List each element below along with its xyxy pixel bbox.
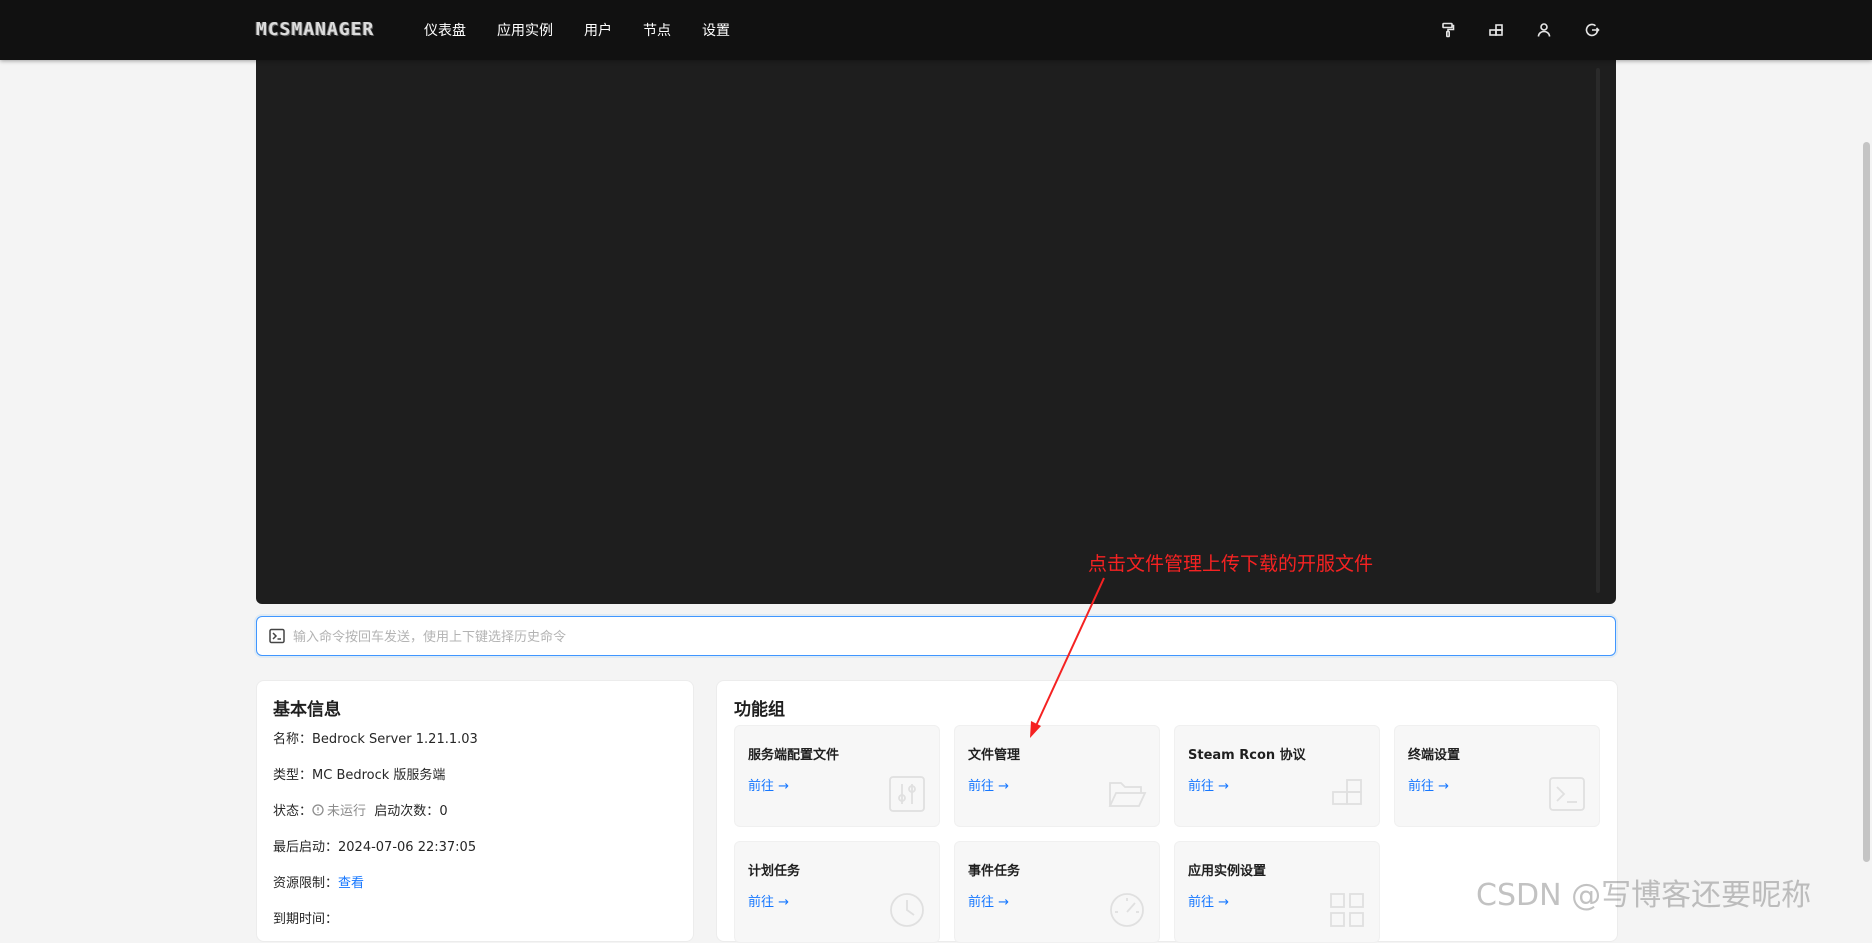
top-navbar: MCSMANAGER 仪表盘 应用实例 用户 节点 设置 — [0, 0, 1872, 60]
info-row-status: 状态： 未运行 启动次数：0 — [273, 804, 448, 819]
nav-item-users[interactable]: 用户 — [584, 20, 612, 40]
terminal-output[interactable] — [256, 58, 1616, 604]
annotation-text: 点击文件管理上传下载的开服文件 — [1088, 553, 1374, 575]
tile-go-link[interactable]: 前往 — [748, 775, 789, 794]
command-input[interactable] — [291, 625, 1595, 649]
basic-info-card: 基本信息 名称：Bedrock Server 1.21.1.03 类型：MC B… — [256, 680, 694, 942]
page-scrollbar-thumb[interactable] — [1863, 142, 1870, 862]
gauge-icon — [1107, 890, 1147, 930]
grid-icon — [1327, 890, 1367, 930]
terminal-prompt-icon — [269, 628, 285, 644]
user-icon[interactable] — [1533, 19, 1555, 41]
folder-icon — [1107, 774, 1147, 814]
top-icon-group — [1437, 19, 1603, 41]
main-nav: 仪表盘 应用实例 用户 节点 设置 — [424, 0, 761, 60]
tile-instance-settings[interactable]: 应用实例设置 前往 — [1174, 841, 1380, 943]
tile-terminal-settings[interactable]: 终端设置 前往 — [1394, 725, 1600, 827]
terminal-icon — [1547, 774, 1587, 814]
info-row-last-start: 最后启动：2024-07-06 22:37:05 — [273, 840, 477, 855]
tile-go-link[interactable]: 前往 — [1408, 775, 1449, 794]
status-badge: 未运行 — [312, 804, 366, 819]
basic-info-title: 基本信息 — [273, 700, 341, 720]
resource-view-link[interactable]: 查看 — [338, 876, 364, 891]
blocks-icon — [1327, 774, 1367, 814]
paint-roller-icon[interactable] — [1437, 19, 1459, 41]
tile-go-link[interactable]: 前往 — [968, 891, 1009, 910]
tile-steam-rcon[interactable]: Steam Rcon 协议 前往 — [1174, 725, 1380, 827]
tile-file-manager[interactable]: 文件管理 前往 — [954, 725, 1160, 827]
tile-go-link[interactable]: 前往 — [748, 891, 789, 910]
instance-type: MC Bedrock 版服务端 — [312, 768, 446, 783]
info-row-name: 名称：Bedrock Server 1.21.1.03 — [273, 732, 478, 747]
last-start-time: 2024-07-06 22:37:05 — [338, 840, 477, 855]
nav-item-settings[interactable]: 设置 — [702, 20, 730, 40]
tile-go-link[interactable]: 前往 — [968, 775, 1009, 794]
info-circle-icon — [312, 804, 324, 816]
terminal-scrollbar[interactable] — [1596, 68, 1600, 593]
tile-server-config[interactable]: 服务端配置文件 前往 — [734, 725, 940, 827]
sliders-icon — [887, 774, 927, 814]
nav-item-instances[interactable]: 应用实例 — [497, 20, 553, 40]
info-row-resource: 资源限制：查看 — [273, 876, 365, 891]
instance-name: Bedrock Server 1.21.1.03 — [312, 732, 478, 747]
start-count: 0 — [439, 804, 448, 819]
tile-go-link[interactable]: 前往 — [1188, 775, 1229, 794]
info-row-type: 类型：MC Bedrock 版服务端 — [273, 768, 446, 783]
app-logo[interactable]: MCSMANAGER — [256, 19, 374, 40]
command-input-box — [256, 616, 1616, 656]
tile-scheduled-tasks[interactable]: 计划任务 前往 — [734, 841, 940, 943]
info-row-expire: 到期时间： — [273, 912, 339, 927]
csdn-watermark: CSDN @写博客还要昵称 — [1476, 878, 1812, 913]
page-scrollbar[interactable] — [1860, 60, 1872, 924]
cluster-icon[interactable] — [1485, 19, 1507, 41]
function-group-title: 功能组 — [734, 700, 785, 720]
logout-icon[interactable] — [1581, 19, 1603, 41]
tile-go-link[interactable]: 前往 — [1188, 891, 1229, 910]
nav-item-nodes[interactable]: 节点 — [643, 20, 671, 40]
tile-event-tasks[interactable]: 事件任务 前往 — [954, 841, 1160, 943]
nav-item-dashboard[interactable]: 仪表盘 — [424, 20, 466, 40]
clock-icon — [887, 890, 927, 930]
